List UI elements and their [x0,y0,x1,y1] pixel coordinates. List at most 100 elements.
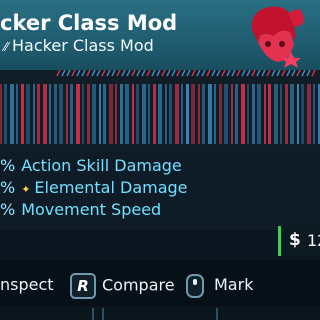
rarity-stripe [208,84,212,144]
rarity-stripe [142,84,146,144]
hash-mark [136,70,141,77]
rarity-stripe [181,84,183,144]
rarity-stripe [307,84,311,144]
hash-mark [146,70,151,77]
hash-mark [216,70,221,77]
hash-mark [106,70,111,77]
bottom-edge [0,306,320,320]
hash-mark [196,70,201,77]
hash-mark [111,70,116,77]
hash-mark [306,70,311,77]
rarity-stripe [241,84,245,144]
rarity-stripe [4,84,7,144]
rarity-stripe [280,84,282,144]
hash-mark [166,70,171,77]
stat-action-skill-damage: % Action Skill Damage [0,156,182,175]
hash-mark [66,70,71,77]
rarity-stripe [103,84,106,144]
rarity-stripe [301,84,304,144]
rarity-stripe [198,84,200,144]
rarity-stripe [0,84,2,144]
rarity-stripe [66,84,68,144]
rarity-stripe [76,84,80,144]
rarity-stripe [82,84,84,144]
mark-button[interactable]: Mark [186,273,253,298]
rarity-stripe [115,84,117,144]
hash-mark [156,70,161,77]
elemental-icon: ✦ [21,183,31,196]
stat-movement-speed: % Movement Speed [0,200,162,219]
hash-mark [141,70,146,77]
rarity-stripe [297,84,299,144]
hash-mark [171,70,176,77]
rarity-stripe [10,84,14,144]
hash-mark [286,70,291,77]
hash-mark [186,70,191,77]
hash-mark [116,70,121,77]
item-subtitle-text: Hacker Class Mod [12,36,154,55]
hash-mark [151,70,156,77]
rarity-stripe [54,84,57,144]
hash-mark [211,70,216,77]
rarity-stripe [33,84,35,144]
rarity-stripe [125,84,129,144]
rarity-stripe [247,84,249,144]
rarity-stripe [158,84,162,144]
class-mod-icon: ⁄⁄ [4,40,9,54]
hash-mark [236,70,241,77]
rarity-stripe [202,84,205,144]
rarity-stripe [37,84,40,144]
rarity-stripe [252,84,255,144]
rarity-stripe [268,84,271,144]
rarity-stripe [136,84,139,144]
hash-mark [101,70,106,77]
rarity-stripe [231,84,233,144]
hash-mark [246,70,251,77]
rarity-stripe [264,84,266,144]
rarity-stripe [59,84,63,144]
hash-mark [291,70,296,77]
compare-button[interactable]: R Compare [70,273,175,299]
r-key-icon: R [70,273,96,299]
hash-mark [261,70,266,77]
rarity-stripe [224,84,228,144]
hash-mark [181,70,186,77]
rarity-stripe [92,84,96,144]
rarity-stripe [169,84,172,144]
rarity-stripe [214,84,216,144]
hash-mark [56,70,61,77]
rarity-stripe [148,84,150,144]
rarity-stripe [186,84,189,144]
hash-mark [176,70,181,77]
hash-mark [91,70,96,77]
rarity-stripe [21,84,24,144]
rarity-stripe [109,84,113,144]
hash-mark [281,70,286,77]
hash-mark [96,70,101,77]
rarity-stripe [285,84,288,144]
hash-mark [271,70,276,77]
hash-mark [61,70,66,77]
rarity-stripe [70,84,73,144]
hash-mark [121,70,126,77]
rarity-stripe [120,84,123,144]
rarity-stripe [235,84,238,144]
rarity-stripe [175,84,179,144]
rarity-stripe [87,84,90,144]
hash-mark [226,70,231,77]
hash-mark [311,70,316,77]
hash-mark [86,70,91,77]
hash-mark [256,70,261,77]
rarity-stripe [16,84,18,144]
hash-mark [201,70,206,77]
mouse-icon [186,273,204,298]
rarity-stripe [132,84,134,144]
rarity-stripe [99,84,101,144]
hash-mark [71,70,76,77]
inspect-button[interactable]: nspect [0,273,54,297]
hash-mark [276,70,281,77]
hash-mark [296,70,301,77]
rarity-stripe [191,84,195,144]
hash-mark [131,70,136,77]
divider-tick [216,308,218,320]
